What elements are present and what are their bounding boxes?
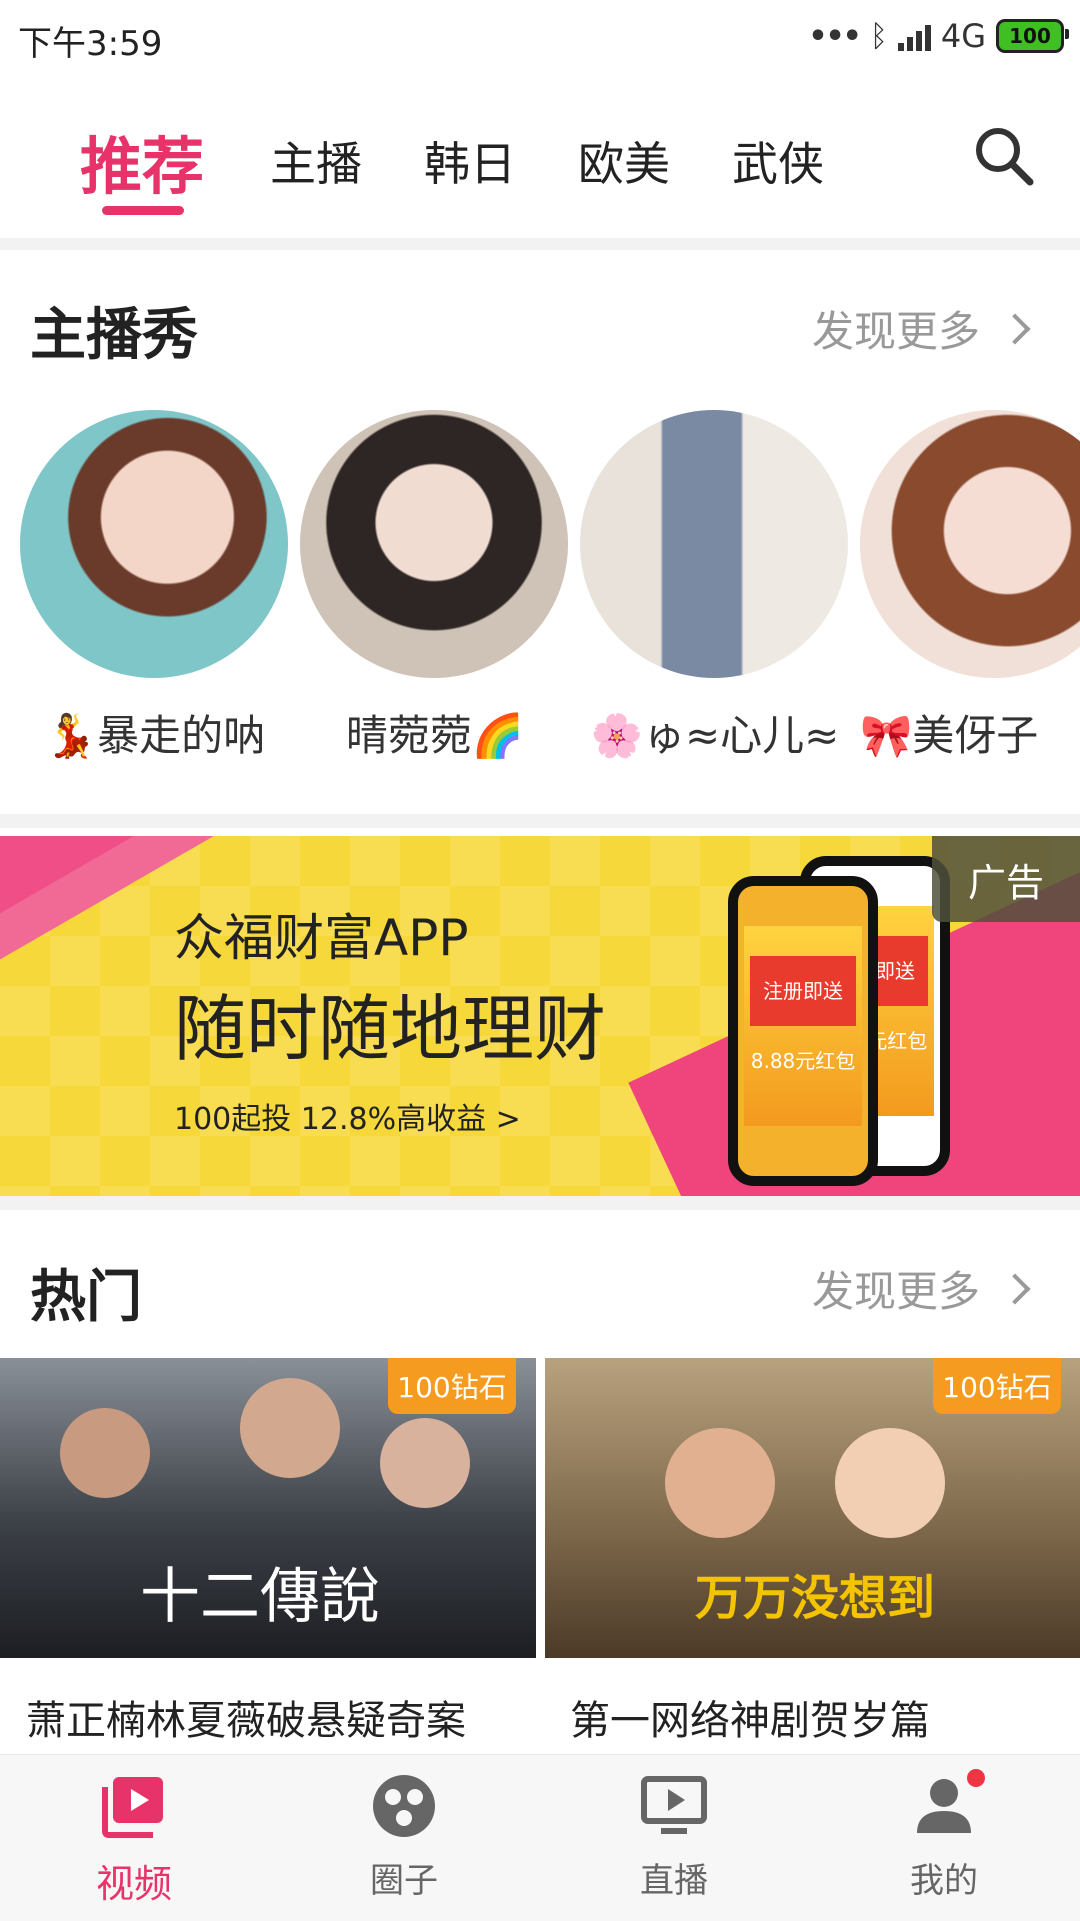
status-time: 下午3:59 bbox=[18, 24, 163, 64]
search-icon bbox=[976, 128, 1034, 186]
anchor-card[interactable]: 晴菀菀🌈 bbox=[300, 410, 570, 763]
divider bbox=[0, 1196, 1080, 1210]
video-icon bbox=[101, 1773, 167, 1839]
chevron-right-icon bbox=[999, 312, 1031, 345]
ad-label: 广告 bbox=[932, 836, 1080, 922]
nav-me[interactable]: 我的 bbox=[844, 1769, 1044, 1902]
nav-label: 视频 bbox=[95, 1862, 172, 1906]
tab-indicator bbox=[102, 206, 184, 215]
anchor-avatar bbox=[860, 410, 1080, 678]
anchor-name: 💃暴走的呐 bbox=[44, 711, 266, 760]
price-badge: 100钻石 bbox=[933, 1358, 1061, 1414]
video-title[interactable]: 萧正楠林夏薇破悬疑奇案 bbox=[26, 1688, 466, 1746]
nav-video[interactable]: 视频 bbox=[34, 1773, 234, 1908]
tab-western[interactable]: 欧美 bbox=[578, 128, 670, 194]
video-title[interactable]: 第一网络神剧贺岁篇 bbox=[570, 1688, 930, 1746]
tv-icon bbox=[641, 1773, 707, 1839]
anchor-avatar bbox=[20, 410, 288, 678]
tab-wuxia[interactable]: 武侠 bbox=[732, 128, 824, 194]
anchor-name: 晴菀菀🌈 bbox=[345, 711, 525, 760]
video-card[interactable]: 万万没想到 100钻石 bbox=[545, 1358, 1080, 1658]
anchor-card[interactable]: 💃暴走的呐 bbox=[20, 410, 290, 763]
divider bbox=[0, 238, 1080, 250]
price-badge: 100钻石 bbox=[388, 1358, 516, 1414]
bottom-nav: 视频 圈子 直播 我的 bbox=[0, 1754, 1080, 1921]
signal-icon bbox=[897, 21, 931, 51]
nav-live[interactable]: 直播 bbox=[574, 1773, 774, 1902]
poster-figure bbox=[835, 1428, 945, 1538]
poster-figure bbox=[240, 1378, 340, 1478]
battery-icon: 100 bbox=[996, 19, 1069, 53]
anchor-card[interactable]: 🎀美伢子 bbox=[860, 410, 1080, 763]
nav-label: 我的 bbox=[910, 1861, 978, 1901]
ad-phone-image: 注册即送 8.88元红包 bbox=[728, 876, 878, 1186]
bluetooth-icon: ᛒ bbox=[869, 18, 888, 54]
tab-korea-japan[interactable]: 韩日 bbox=[424, 128, 516, 194]
anchor-avatar bbox=[300, 410, 568, 678]
video-card[interactable]: 十二傳說 100钻石 bbox=[0, 1358, 536, 1658]
tab-recommend[interactable]: 推荐 bbox=[80, 116, 204, 206]
ad-banner[interactable]: 众福财富APP 随时随地理财 100起投 12.8%高收益 > 注册即送 8.8… bbox=[0, 836, 1080, 1196]
notification-dot bbox=[967, 1769, 985, 1787]
user-icon bbox=[911, 1769, 985, 1839]
circle-icon bbox=[371, 1773, 437, 1839]
more-dots-icon: ••• bbox=[808, 18, 862, 54]
poster-title: 十二傳說 bbox=[140, 1562, 380, 1632]
anchor-card[interactable]: 🌸ゅ≈心儿≈ bbox=[580, 410, 850, 763]
hot-section-title: 热门 bbox=[30, 1265, 142, 1330]
more-label: 发现更多 bbox=[811, 1267, 980, 1316]
tab-anchor[interactable]: 主播 bbox=[270, 128, 362, 194]
divider bbox=[0, 814, 1080, 828]
status-icons: ••• ᛒ 4G 100 bbox=[808, 14, 1069, 58]
nav-circle[interactable]: 圈子 bbox=[304, 1773, 504, 1902]
poster-title: 万万没想到 bbox=[695, 1570, 936, 1626]
hot-more-link[interactable]: 发现更多 bbox=[811, 1258, 1031, 1319]
ad-subtitle: 100起投 12.8%高收益 > bbox=[174, 1102, 521, 1137]
anchor-avatar bbox=[580, 410, 848, 678]
nav-label: 直播 bbox=[640, 1861, 708, 1901]
anchor-name: 🌸ゅ≈心儿≈ bbox=[590, 711, 840, 760]
network-type: 4G bbox=[940, 17, 986, 55]
poster-figure bbox=[665, 1428, 775, 1538]
more-label: 发现更多 bbox=[811, 307, 980, 356]
status-bar: 下午3:59 ••• ᛒ 4G 100 bbox=[0, 0, 1080, 74]
anchor-name: 🎀美伢子 bbox=[860, 711, 1039, 760]
chevron-right-icon bbox=[999, 1272, 1031, 1305]
nav-label: 圈子 bbox=[370, 1861, 438, 1901]
search-button[interactable] bbox=[972, 124, 1036, 188]
anchor-section-title: 主播秀 bbox=[30, 303, 198, 368]
category-tabs: 推荐 主播 韩日 欧美 武侠 bbox=[0, 100, 1080, 230]
ad-slogan: 随时随地理财 bbox=[174, 987, 607, 1071]
ad-phone-card: 注册即送 8.88元红包 bbox=[750, 956, 856, 1073]
anchor-more-link[interactable]: 发现更多 bbox=[811, 298, 1031, 359]
poster-figure bbox=[60, 1408, 150, 1498]
ad-app-name: 众福财富APP bbox=[174, 909, 469, 967]
poster-figure bbox=[380, 1418, 470, 1508]
